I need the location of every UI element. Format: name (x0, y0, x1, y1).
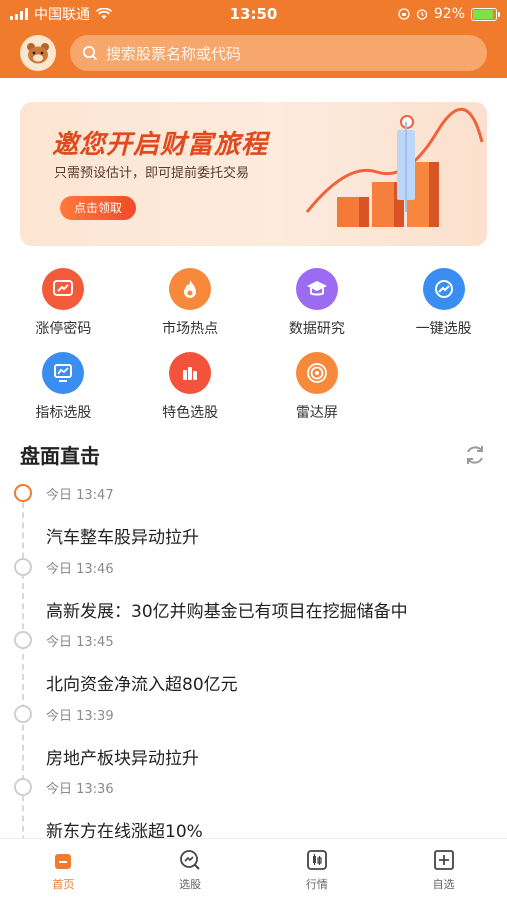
feature-label: 指标选股 (35, 405, 92, 421)
timeline-item[interactable]: 今日 13:46 高新发展：30亿并购基金已有项目在挖掘储备中 (14, 552, 494, 626)
add-square-icon (433, 849, 454, 870)
home-icon (55, 853, 72, 869)
status-bar: 中国联通 13:50 92% (0, 0, 507, 28)
feature-special-pick[interactable]: 特色选股 (127, 352, 254, 436)
tab-label: 选股 (179, 877, 202, 891)
stock-pick-icon (180, 849, 200, 870)
section-header: 盘面直击 (20, 440, 487, 469)
timeline-headline[interactable]: 北向资金净流入超80亿元 (46, 670, 494, 695)
promo-banner[interactable]: 邀您开启财富旅程 只需预设估计，即可提前委托交易 点击领取 (20, 102, 487, 246)
lock-rotation-icon (398, 8, 410, 20)
timeline-item[interactable]: 今日 13:36 新东方在线涨超10% (14, 772, 494, 846)
feature-label: 一键选股 (415, 321, 472, 337)
chart-up-icon (42, 268, 85, 310)
tab-stock-pick[interactable]: 选股 (127, 839, 254, 900)
timeline-dot (14, 778, 32, 796)
timeline-dot (14, 704, 32, 723)
timeline-time: 今日 13:46 (46, 561, 114, 577)
feature-indicator-pick[interactable]: 指标选股 (0, 352, 127, 436)
banner-title: 邀您开启财富旅程 (52, 130, 269, 160)
banner-subtitle: 只需预设估计，即可提前委托交易 (54, 166, 250, 181)
bars-icon (169, 352, 212, 394)
timeline-item[interactable]: 今日 13:39 房地产板块异动拉升 (14, 699, 494, 773)
signal-icon (10, 8, 28, 20)
feature-label: 市场热点 (162, 321, 219, 337)
radar-icon (295, 352, 338, 394)
battery-fill (473, 9, 494, 19)
banner-cta-button[interactable]: 点击领取 (60, 196, 137, 220)
feature-label: 涨停密码 (35, 321, 92, 337)
timeline-time: 今日 13:36 (46, 782, 114, 797)
news-timeline: 今日 13:47 汽车整车股异动拉升 今日 13:46 高新发展：30亿并购基金… (14, 478, 494, 872)
search-bar[interactable]: 搜索股票名称或代码 (70, 35, 487, 71)
timeline-headline[interactable]: 汽车整车股异动拉升 (46, 523, 494, 548)
monitor-chart-icon (42, 352, 85, 394)
timeline-dot (14, 631, 32, 649)
feature-label: 数据研究 (288, 321, 345, 337)
timeline-item[interactable]: 今日 13:47 汽车整车股异动拉升 (14, 478, 494, 552)
graduation-cap-icon (295, 268, 338, 310)
tab-label: 自选 (432, 877, 455, 891)
header: 搜索股票名称或代码 (0, 28, 507, 78)
feature-one-click-pick[interactable]: 一键选股 (380, 268, 507, 352)
timeline-item[interactable]: 今日 13:45 北向资金净流入超80亿元 (14, 625, 494, 699)
bottom-tab-bar: 首页 选股 行情 自选 (0, 838, 507, 900)
timeline-dot (14, 557, 32, 576)
timeline-headline[interactable]: 房地产板块异动拉升 (46, 744, 494, 769)
timeline-time: 今日 13:45 (46, 635, 114, 650)
search-icon (82, 45, 98, 61)
section-title: 盘面直击 (20, 444, 100, 468)
mascot-icon (27, 43, 49, 64)
search-placeholder: 搜索股票名称或代码 (106, 44, 242, 63)
avatar[interactable] (20, 35, 56, 71)
feature-grid: 涨停密码 市场热点 数据研究 一键选股 指标选股 特色选股 雷达屏 (0, 268, 507, 436)
tab-home[interactable]: 首页 (0, 839, 127, 900)
timeline-dot (14, 484, 32, 502)
flame-icon (169, 268, 212, 310)
tab-market[interactable]: 行情 (254, 839, 381, 900)
banner-illustration (305, 108, 484, 227)
trend-circle-icon (422, 268, 465, 310)
battery-percent: 92% (433, 6, 465, 22)
top-bar: 中国联通 13:50 92% 搜索股票名称或代码 (0, 0, 507, 78)
alarm-icon (416, 9, 428, 20)
tab-watchlist[interactable]: 自选 (380, 839, 507, 900)
feature-data-research[interactable]: 数据研究 (254, 268, 381, 352)
tab-label: 首页 (52, 877, 75, 891)
feature-radar-screen[interactable]: 雷达屏 (254, 352, 381, 436)
battery-icon (471, 7, 500, 21)
feature-market-hotspot[interactable]: 市场热点 (127, 268, 254, 352)
feature-label: 雷达屏 (295, 405, 338, 421)
candlestick-icon (306, 849, 327, 870)
carrier-label: 中国联通 (34, 7, 90, 23)
refresh-icon[interactable] (463, 443, 487, 467)
wifi-icon (96, 8, 112, 19)
tab-label: 行情 (305, 877, 328, 891)
timeline-headline[interactable]: 高新发展：30亿并购基金已有项目在挖掘储备中 (46, 597, 494, 622)
feature-limit-up-code[interactable]: 涨停密码 (0, 268, 127, 352)
timeline-time: 今日 13:39 (46, 708, 114, 724)
timeline-time: 今日 13:47 (46, 488, 114, 503)
feature-label: 特色选股 (162, 405, 219, 421)
